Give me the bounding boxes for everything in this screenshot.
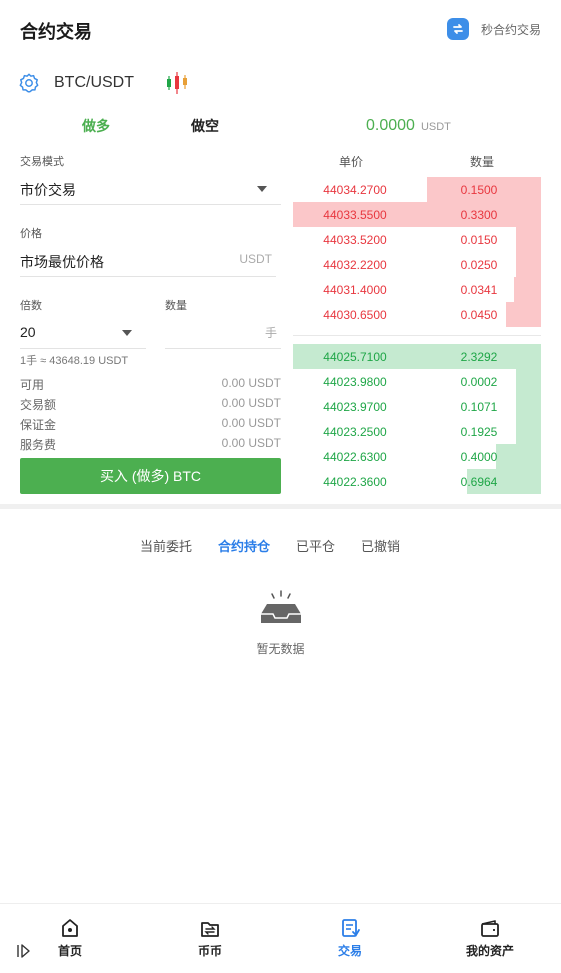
trade-mode-value: 市价交易 — [20, 182, 76, 198]
bid-row[interactable]: 44023.2500 0.1925 — [293, 419, 541, 444]
home-icon — [62, 919, 78, 937]
pair-name: BTC/USDT — [54, 74, 134, 91]
lot-hint: 1手 ≈ 43648.19 USDT — [20, 355, 129, 367]
tab-long[interactable]: 做多 — [20, 116, 170, 138]
ask-row[interactable]: 44031.4000 0.0341 — [293, 277, 541, 302]
bid-row[interactable]: 44023.9700 0.1071 — [293, 394, 541, 419]
bid-qty: 0.1925 — [460, 425, 498, 439]
ask-row[interactable]: 44030.6500 0.0450 — [293, 302, 541, 327]
price-label: 价格 — [20, 228, 42, 240]
seconds-contract-link[interactable]: 秒合约交易 — [446, 18, 541, 40]
bottom-nav: 首页 币币 交易 我的资产 — [0, 903, 561, 973]
wallet-icon — [481, 920, 499, 937]
bid-qty: 2.3292 — [460, 350, 498, 364]
tab-cancelled[interactable]: 已撤销 — [361, 536, 400, 555]
nav-trade[interactable]: 交易 — [280, 904, 420, 973]
ask-qty: 0.0450 — [460, 308, 498, 322]
exchange-icon — [201, 922, 219, 937]
info-available: 可用 0.00 USDT — [20, 376, 281, 392]
dropdown-caret-icon — [257, 186, 267, 192]
swap-icon — [446, 18, 469, 40]
ask-price: 44031.4000 — [323, 283, 387, 297]
bid-row[interactable]: 44022.3600 0.6964 — [293, 469, 541, 494]
trade-mode-select[interactable]: 市价交易 — [20, 180, 281, 205]
tab-short[interactable]: 做空 — [170, 116, 280, 138]
nav-assets-label: 我的资产 — [465, 944, 514, 958]
leverage-label: 倍数 — [20, 300, 42, 312]
tab-closed[interactable]: 已平仓 — [296, 536, 335, 555]
pair-selector[interactable]: BTC/USDT — [18, 70, 190, 96]
bid-qty: 0.1071 — [460, 400, 498, 414]
buy-long-button[interactable]: 买入 (做多) BTC — [20, 458, 281, 494]
amount-input[interactable]: 手 — [165, 324, 281, 349]
bid-row[interactable]: 44023.9800 0.0002 — [293, 369, 541, 394]
side-tabs: 做多 做空 — [20, 116, 282, 138]
bid-price: 44023.9800 — [323, 375, 387, 389]
bid-price: 44022.3600 — [323, 475, 387, 489]
nav-home[interactable]: 首页 — [0, 904, 140, 973]
leverage-value: 20 — [20, 324, 36, 340]
amount-unit: 手 — [264, 326, 277, 340]
empty-inbox-icon — [261, 590, 301, 623]
seconds-contract-label: 秒合约交易 — [480, 22, 541, 37]
ask-qty: 0.0250 — [460, 258, 498, 272]
bid-row[interactable]: 44022.6300 0.4000 — [293, 444, 541, 469]
nav-trade-label: 交易 — [337, 944, 362, 958]
ask-qty: 0.0150 — [460, 233, 498, 247]
dropdown-caret-icon — [122, 330, 132, 336]
page-title: 合约交易 — [20, 22, 92, 42]
amount-label: 数量 — [165, 300, 187, 312]
ask-qty: 0.0341 — [460, 283, 498, 297]
info-fee: 服务费 0.00 USDT — [20, 436, 281, 452]
nav-exchange[interactable]: 币币 — [140, 904, 280, 973]
trade-icon — [342, 919, 360, 937]
ask-price: 44033.5500 — [323, 208, 387, 222]
bid-qty: 0.0002 — [460, 375, 498, 389]
orderbook-divider — [293, 335, 541, 336]
info-margin: 保证金 0.00 USDT — [20, 416, 281, 432]
price-value: 市场最优价格 — [20, 254, 104, 270]
ask-row[interactable]: 44033.5500 0.3300 — [293, 202, 541, 227]
header: 合约交易 秒合约交易 — [0, 0, 561, 60]
qty-column-header: 数量 — [470, 155, 495, 169]
price-column-header: 单价 — [339, 155, 364, 169]
ask-qty: 0.1500 — [460, 183, 498, 197]
bid-row[interactable]: 44025.7100 2.3292 — [293, 344, 541, 369]
trade-mode-label: 交易模式 — [20, 156, 64, 168]
ask-row[interactable]: 44034.2700 0.1500 — [293, 177, 541, 202]
tab-open-orders[interactable]: 当前委托 — [140, 536, 192, 555]
ask-price: 44032.2200 — [323, 258, 387, 272]
leverage-select[interactable]: 20 — [20, 324, 146, 349]
gear-icon[interactable] — [18, 72, 40, 94]
bid-price: 44022.6300 — [323, 450, 387, 464]
last-price-unit: USDT — [420, 121, 451, 133]
tab-positions[interactable]: 合约持仓 — [218, 536, 270, 555]
ask-row[interactable]: 44032.2200 0.0250 — [293, 252, 541, 277]
section-divider — [0, 504, 561, 509]
ask-qty: 0.3300 — [460, 208, 498, 222]
ask-price: 44033.5200 — [323, 233, 387, 247]
last-price: 0.0000 USDT — [366, 117, 451, 135]
price-unit: USDT — [239, 252, 272, 266]
sidebar-toggle-icon[interactable] — [16, 943, 32, 959]
info-trade-amount: 交易额 0.00 USDT — [20, 396, 281, 412]
bid-price: 44023.2500 — [323, 425, 387, 439]
bid-price: 44023.9700 — [323, 400, 387, 414]
ask-price: 44034.2700 — [323, 183, 387, 197]
nav-exchange-label: 币币 — [197, 944, 222, 958]
bid-price: 44025.7100 — [323, 350, 387, 364]
nav-assets[interactable]: 我的资产 — [420, 904, 560, 973]
bid-qty: 0.4000 — [460, 450, 498, 464]
ask-price: 44030.6500 — [323, 308, 387, 322]
price-field[interactable]: 市场最优价格 USDT — [20, 252, 276, 277]
candlestick-chart-icon[interactable] — [164, 70, 190, 96]
last-price-value: 0.0000 — [366, 117, 415, 134]
bid-qty: 0.6964 — [460, 475, 498, 489]
order-tabs: 当前委托 合约持仓 已平仓 已撤销 — [140, 536, 426, 555]
empty-state-text: 暂无数据 — [256, 642, 305, 656]
ask-row[interactable]: 44033.5200 0.0150 — [293, 227, 541, 252]
